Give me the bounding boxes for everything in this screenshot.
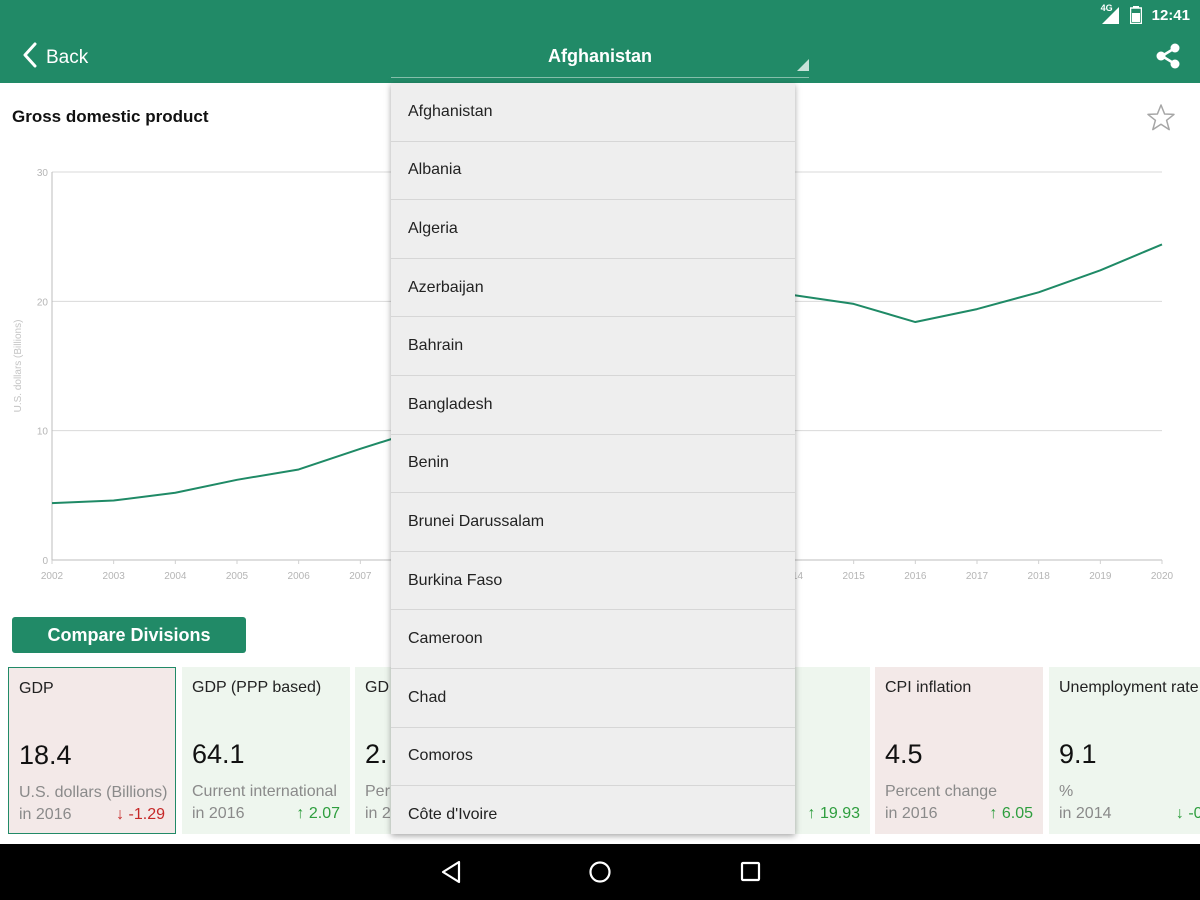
x-tick-label: 2015 (843, 571, 866, 582)
card-title: Unemployment rate (1059, 679, 1199, 696)
navigation-bar (0, 844, 1200, 900)
dropdown-item[interactable]: Algeria (391, 200, 795, 259)
y-axis-label: U.S. dollars (Billions) (13, 320, 24, 413)
card-change: ↑ 2.07 (296, 805, 340, 822)
x-tick-label: 2007 (349, 571, 372, 582)
back-button[interactable]: Back (22, 42, 88, 73)
card-title: CPI inflation (885, 679, 972, 696)
favorite-button[interactable] (1146, 103, 1176, 138)
clock: 12:41 (1151, 6, 1190, 24)
indicator-card[interactable]: GDP (PPP based) 64.1 Current international… (182, 667, 350, 834)
card-year: in 2016 (192, 805, 245, 822)
card-unit: U.S. dollars (Billions) (19, 784, 168, 801)
x-tick-label: 2019 (1089, 571, 1112, 582)
x-tick-label: 2005 (226, 571, 249, 582)
x-tick-label: 2002 (41, 571, 64, 582)
card-unit: Current international (192, 783, 337, 800)
x-tick-label: 2006 (288, 571, 311, 582)
share-icon (1154, 43, 1182, 74)
star-outline-icon (1146, 104, 1176, 137)
card-unit: Percent change (885, 783, 998, 800)
dropdown-item[interactable]: Cameroon (391, 610, 795, 669)
dropdown-caret-icon (797, 58, 809, 76)
square-recents-icon (740, 861, 762, 888)
x-tick-label: 2003 (103, 571, 126, 582)
dropdown-item[interactable]: Benin (391, 435, 795, 494)
share-button[interactable] (1154, 42, 1182, 75)
dropdown-item[interactable]: Albania (391, 142, 795, 201)
battery-icon (1129, 6, 1142, 24)
card-value: 4.5 (885, 739, 923, 769)
back-label: Back (46, 46, 89, 68)
x-tick-label: 2004 (164, 571, 187, 582)
page-title: Afghanistan (547, 46, 652, 66)
nav-recents-button[interactable] (740, 860, 762, 889)
card-unit: Per (365, 783, 390, 800)
card-value: 64.1 (192, 739, 245, 769)
status-bar: 4G 12:41 (1100, 0, 1200, 30)
country-selector[interactable]: Afghanistan (391, 38, 809, 78)
card-year: in 2016 (19, 806, 72, 823)
x-tick-label: 2016 (904, 571, 927, 582)
card-change: ↓ -1.29 (116, 806, 165, 823)
card-change: ↓ -0. (1175, 805, 1200, 822)
card-value: 2. (365, 739, 388, 769)
dropdown-item[interactable]: Comoros (391, 728, 795, 787)
chevron-left-icon (22, 42, 38, 73)
card-title: GDP (19, 680, 54, 697)
app-bar: 4G 12:41 Back Afghanistan (0, 0, 1200, 83)
x-tick-label: 2018 (1028, 571, 1051, 582)
card-unit: % (1059, 783, 1074, 800)
card-change: ↑ 19.93 (807, 805, 860, 822)
indicator-card[interactable]: Unemployment rate 9.1% in 2014 ↓ -0. (1049, 667, 1200, 834)
dropdown-item[interactable]: Chad (391, 669, 795, 728)
card-year: in 2 (365, 805, 391, 822)
dropdown-item[interactable]: Azerbaijan (391, 259, 795, 318)
dropdown-item[interactable]: Afghanistan (391, 83, 795, 142)
nav-back-button[interactable] (440, 860, 462, 889)
triangle-back-icon (440, 860, 462, 888)
card-year: in 2016 (885, 805, 938, 822)
y-tick-label: 30 (37, 168, 49, 179)
y-tick-label: 20 (37, 297, 49, 308)
y-tick-label: 0 (42, 556, 48, 567)
card-value: 18.4 (19, 740, 72, 770)
x-tick-label: 2017 (966, 571, 989, 582)
dropdown-item[interactable]: Bangladesh (391, 376, 795, 435)
indicator-card[interactable]: GDP 18.4 U.S. dollars (Billions) in 2016 ↓ -… (8, 667, 176, 834)
chart-title: Gross domestic product (12, 107, 209, 126)
card-value: 9.1 (1059, 739, 1097, 769)
card-year: in 2014 (1059, 805, 1112, 822)
dropdown-item[interactable]: Bahrain (391, 317, 795, 376)
indicator-card[interactable]: CPI inflation 4.5 Percent change in 2016 ↑ 6… (875, 667, 1043, 834)
dropdown-item[interactable]: Brunei Darussalam (391, 493, 795, 552)
country-dropdown: Afghanistan Albania Algeria Azerbaijan Bahra… (391, 83, 795, 834)
compare-divisions-button[interactable]: Compare Divisions (12, 617, 246, 653)
signal-icon: 4G (1100, 3, 1120, 25)
x-tick-label: 2020 (1151, 571, 1174, 582)
y-tick-label: 10 (37, 427, 49, 438)
dropdown-item[interactable]: Burkina Faso (391, 552, 795, 611)
nav-home-button[interactable] (588, 860, 612, 889)
card-title: GDP (PPP based) (192, 679, 322, 696)
card-change: ↑ 6.05 (989, 805, 1033, 822)
circle-home-icon (588, 861, 612, 888)
dropdown-item[interactable]: Côte d'Ivoire (391, 786, 795, 834)
network-type: 4G (1100, 3, 1113, 13)
